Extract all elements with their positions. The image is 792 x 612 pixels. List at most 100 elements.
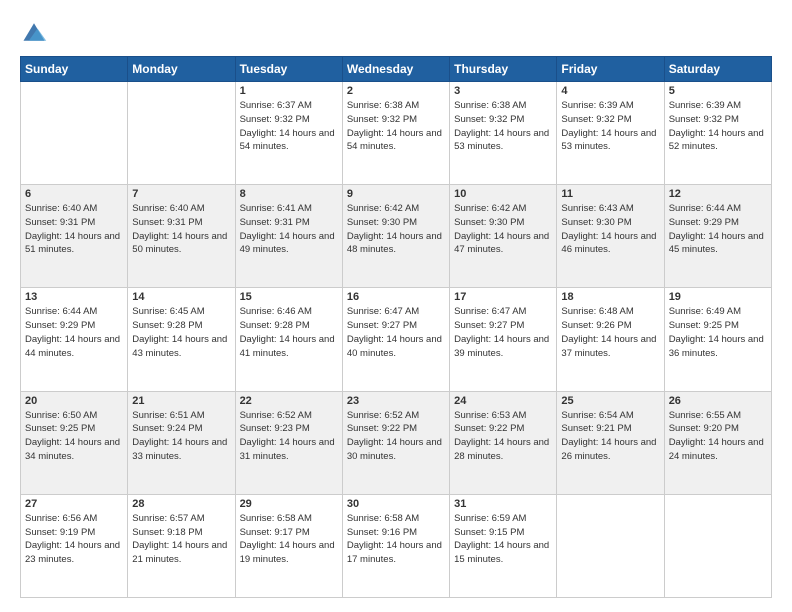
sunset-text: Sunset: 9:31 PM [240,217,310,228]
daylight-text: Daylight: 14 hours and 39 minutes. [454,334,549,359]
sunrise-text: Sunrise: 6:41 AM [240,203,312,214]
sunset-text: Sunset: 9:25 PM [25,423,95,434]
sunrise-text: Sunrise: 6:39 AM [561,100,633,111]
sunset-text: Sunset: 9:26 PM [561,320,631,331]
daylight-text: Daylight: 14 hours and 30 minutes. [347,437,442,462]
daylight-text: Daylight: 14 hours and 47 minutes. [454,231,549,256]
cell-info: Sunrise: 6:42 AM Sunset: 9:30 PM Daylight:… [347,202,445,257]
calendar-cell: 3 Sunrise: 6:38 AMSunset: 9:32 PMDaylight… [450,82,557,185]
sunset-text: Sunset: 9:31 PM [25,217,95,228]
sunrise-text: Sunrise: 6:53 AM [454,410,526,421]
daylight-text: Daylight: 14 hours and 31 minutes. [240,437,335,462]
daylight-text: Daylight: 14 hours and 21 minutes. [132,540,227,565]
sunset-text: Sunset: 9:32 PM [561,114,631,125]
sunset-text: Sunset: 9:16 PM [347,527,417,538]
sunset-text: Sunset: 9:22 PM [347,423,417,434]
day-number: 25 [561,395,659,407]
col-header-thursday: Thursday [450,57,557,82]
cell-info: Sunrise: 6:48 AMSunset: 9:26 PMDaylight:… [561,305,659,360]
day-number: 16 [347,291,445,303]
calendar-cell [21,82,128,185]
cell-info: Sunrise: 6:52 AMSunset: 9:23 PMDaylight:… [240,409,338,464]
daylight-text: Daylight: 14 hours and 45 minutes. [669,231,764,256]
sunrise-text: Sunrise: 6:50 AM [25,410,97,421]
daylight-text: Daylight: 14 hours and 54 minutes. [240,128,335,153]
daylight-text: Daylight: 14 hours and 19 minutes. [240,540,335,565]
day-number: 13 [25,291,123,303]
day-number: 12 [669,188,767,200]
sunset-text: Sunset: 9:21 PM [561,423,631,434]
sunrise-text: Sunrise: 6:40 AM [25,203,97,214]
sunrise-text: Sunrise: 6:56 AM [25,513,97,524]
col-header-saturday: Saturday [664,57,771,82]
calendar-cell: 26 Sunrise: 6:55 AMSunset: 9:20 PMDayligh… [664,391,771,494]
sunrise-text: Sunrise: 6:44 AM [25,306,97,317]
calendar-cell: 4Sunrise: 6:39 AMSunset: 9:32 PMDaylight… [557,82,664,185]
daylight-text: Daylight: 14 hours and 37 minutes. [561,334,656,359]
day-number: 26 [669,395,767,407]
daylight-text: Daylight: 14 hours and 52 minutes. [669,128,764,153]
calendar-week-row: 13 Sunrise: 6:44 AM Sunset: 9:29 PM Dayligh… [21,288,772,391]
daylight-text: Daylight: 14 hours and 48 minutes. [347,231,442,256]
calendar-cell: 30Sunrise: 6:58 AMSunset: 9:16 PMDayligh… [342,494,449,597]
daylight-text: Daylight: 14 hours and 40 minutes. [347,334,442,359]
calendar-cell: 18 Sunrise: 6:48 AMSunset: 9:26 PMDayligh… [557,288,664,391]
day-number: 3 [454,85,552,97]
sunrise-text: Sunrise: 6:40 AM [132,203,204,214]
sunrise-text: Sunrise: 6:52 AM [240,410,312,421]
day-number: 18 [561,291,659,303]
cell-info: Sunrise: 6:59 AMSunset: 9:15 PMDaylight:… [454,512,552,567]
day-number: 30 [347,498,445,510]
calendar-cell: 22 Sunrise: 6:52 AMSunset: 9:23 PMDayligh… [235,391,342,494]
cell-info: Sunrise: 6:55 AMSunset: 9:20 PMDaylight:… [669,409,767,464]
day-number: 6 [25,188,123,200]
day-number: 2 [347,85,445,97]
cell-info: Sunrise: 6:53 AM Sunset: 9:22 PM Daylight:… [454,409,552,464]
sunset-text: Sunset: 9:29 PM [25,320,95,331]
cell-info: Sunrise: 6:47 AMSunset: 9:27 PMDaylight:… [347,305,445,360]
day-number: 14 [132,291,230,303]
sunrise-text: Sunrise: 6:39 AM [669,100,741,111]
sunrise-text: Sunrise: 6:59 AM [454,513,526,524]
day-number: 4 [561,85,659,97]
daylight-text: Daylight: 14 hours and 41 minutes. [240,334,335,359]
cell-info: Sunrise: 6:39 AMSunset: 9:32 PMDaylight:… [561,99,659,154]
cell-info: Sunrise: 6:47 AMSunset: 9:27 PMDaylight:… [454,305,552,360]
day-number: 5 [669,85,767,97]
cell-info: Sunrise: 6:41 AMSunset: 9:31 PMDaylight:… [240,202,338,257]
cell-info: Sunrise: 6:57 AMSunset: 9:18 PMDaylight:… [132,512,230,567]
calendar-cell: 31 Sunrise: 6:59 AMSunset: 9:15 PMDayligh… [450,494,557,597]
sunset-text: Sunset: 9:20 PM [669,423,739,434]
calendar-cell: 23Sunrise: 6:52 AMSunset: 9:22 PMDayligh… [342,391,449,494]
sunrise-text: Sunrise: 6:58 AM [240,513,312,524]
calendar-header-row: SundayMondayTuesdayWednesdayThursdayFrid… [21,57,772,82]
day-number: 29 [240,498,338,510]
sunset-text: Sunset: 9:22 PM [454,423,524,434]
day-number: 27 [25,498,123,510]
sunrise-text: Sunrise: 6:42 AM [347,203,419,214]
calendar-cell: 13Sunrise: 6:44 AMSunset: 9:29 PMDayligh… [21,288,128,391]
cell-info: Sunrise: 6:44 AMSunset: 9:29 PMDaylight:… [25,305,123,360]
day-number: 15 [240,291,338,303]
day-number: 20 [25,395,123,407]
cell-info: Sunrise: 6:43 AMSunset: 9:30 PMDaylight:… [561,202,659,257]
sunset-text: Sunset: 9:27 PM [347,320,417,331]
sunset-text: Sunset: 9:19 PM [25,527,95,538]
col-header-friday: Friday [557,57,664,82]
day-number: 22 [240,395,338,407]
cell-info: Sunrise: 6:58 AM Sunset: 9:17 PM Daylight:… [240,512,338,567]
daylight-text: Daylight: 14 hours and 51 minutes. [25,231,120,256]
calendar-cell: 11Sunrise: 6:43 AMSunset: 9:30 PMDayligh… [557,185,664,288]
cell-info: Sunrise: 6:40 AMSunset: 9:31 PMDaylight:… [132,202,230,257]
sunset-text: Sunset: 9:24 PM [132,423,202,434]
daylight-text: Daylight: 14 hours and 54 minutes. [347,128,442,153]
daylight-text: Daylight: 14 hours and 17 minutes. [347,540,442,565]
day-number: 31 [454,498,552,510]
sunset-text: Sunset: 9:30 PM [347,217,417,228]
daylight-text: Daylight: 14 hours and 28 minutes. [454,437,549,462]
sunrise-text: Sunrise: 6:38 AM [347,100,419,111]
sunset-text: Sunset: 9:17 PM [240,527,310,538]
cell-info: Sunrise: 6:38 AMSunset: 9:32 PMDaylight:… [454,99,552,154]
page: SundayMondayTuesdayWednesdayThursdayFrid… [0,0,792,612]
daylight-text: Daylight: 14 hours and 53 minutes. [454,128,549,153]
